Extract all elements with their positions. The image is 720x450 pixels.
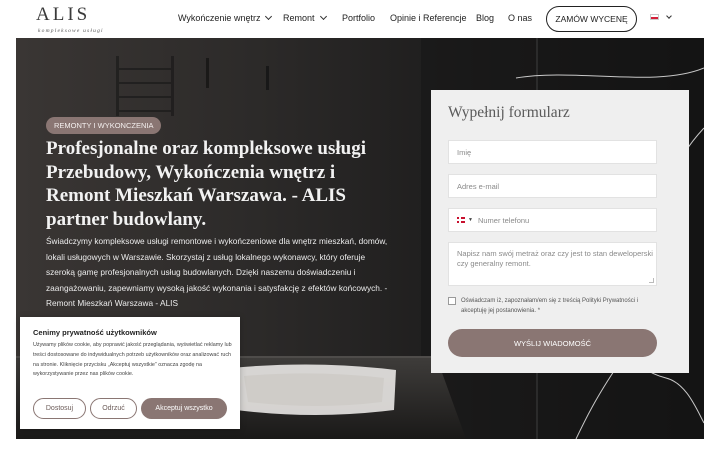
- phone-placeholder: Numer telefonu: [477, 215, 530, 225]
- message-textarea[interactable]: Napisz nam swój metraż oraz czy jest to …: [448, 242, 657, 286]
- email-placeholder: Adres e-mail: [457, 181, 500, 191]
- logo-tagline: kompleksowe usługi: [38, 28, 104, 34]
- reject-cookies-button[interactable]: Odrzuć: [90, 398, 137, 419]
- form-title: Wypełnij formularz: [448, 104, 570, 121]
- name-placeholder: Imię: [457, 147, 472, 157]
- hero-description: Świadczymy kompleksowe usługi remontowe …: [46, 236, 388, 309]
- caret-down-icon[interactable]: ▼: [468, 217, 473, 223]
- denmark-flag-icon[interactable]: [457, 217, 465, 223]
- chevron-down-icon: [265, 12, 273, 21]
- email-field[interactable]: Adres e-mail: [448, 174, 657, 198]
- consent-label: Oświadczam iż, zapoznałam/em się z treśc…: [461, 298, 639, 314]
- nav-item-label: Portfolio: [342, 13, 376, 23]
- resize-handle-icon[interactable]: [649, 278, 654, 283]
- logo-wordmark: ALIS: [36, 4, 91, 25]
- category-badge: REMONTY I WYKONCZENIA: [46, 117, 162, 134]
- nav-item-label: O nas: [508, 13, 533, 23]
- chevron-down-icon: [319, 12, 327, 21]
- customize-cookies-button[interactable]: Dostosuj: [33, 398, 86, 419]
- nav-item-opinie[interactable]: Opinie i Referencje: [390, 13, 467, 23]
- phone-field[interactable]: ▼ Numer telefonu: [448, 208, 657, 232]
- nav-item-o-nas[interactable]: O nas: [508, 13, 532, 23]
- logo[interactable]: ALIS kompleksowe usługi: [36, 4, 106, 36]
- order-quote-button[interactable]: ZAMÓW WYCENĘ: [546, 6, 637, 32]
- cookie-title: Cenimy prywatność użytkowników: [33, 328, 157, 337]
- nav-item-label: Blog: [476, 13, 495, 23]
- poland-flag-icon: [650, 14, 659, 20]
- contact-form: Wypełnij formularz Imię Adres e-mail ▼ N…: [431, 90, 689, 373]
- site-header: ALIS kompleksowe usługi Wykończenie wnęt…: [0, 0, 720, 38]
- cookie-consent-banner: Cenimy prywatność użytkowników Używamy p…: [20, 317, 240, 429]
- consent-checkbox[interactable]: [448, 297, 456, 305]
- nav-item-label: Opinie i Referencje: [390, 13, 467, 23]
- nav-item-remont[interactable]: Remont: [283, 12, 327, 23]
- message-placeholder: Napisz nam swój metraż oraz czy jest to …: [457, 249, 653, 268]
- nav-item-wykonczenie[interactable]: Wykończenie wnętrz: [178, 12, 273, 23]
- nav-item-label: Wykończenie wnętrz: [178, 13, 261, 23]
- nav-item-portfolio[interactable]: Portfolio: [342, 13, 375, 23]
- submit-button[interactable]: WYŚLIJ WIADOMOŚĆ: [448, 329, 657, 357]
- nav-item-blog[interactable]: Blog: [476, 13, 494, 23]
- hero-title: Profesjonalne oraz kompleksowe usługi Pr…: [46, 138, 367, 230]
- name-field[interactable]: Imię: [448, 140, 657, 164]
- chevron-down-icon: [666, 12, 672, 19]
- nav-item-label: Remont: [283, 13, 315, 23]
- accept-all-cookies-button[interactable]: Akceptuj wszystko: [141, 398, 227, 419]
- cookie-description: Używamy plików cookie, aby poprawić jako…: [33, 342, 232, 378]
- language-selector[interactable]: [650, 12, 672, 20]
